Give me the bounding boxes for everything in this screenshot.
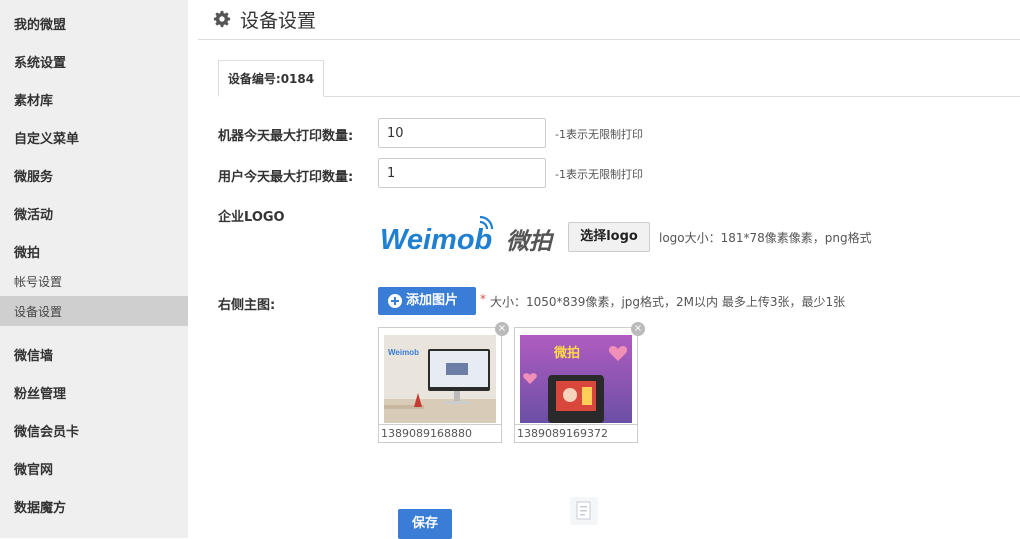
upload-hint: 大小：1050*839像素，jpg格式，2M以内 最多上传3张，最少1张 [490, 295, 846, 309]
machine-limit-input[interactable] [378, 118, 546, 148]
page-header: 设备设置 [198, 0, 1020, 40]
weimob-logo: Weimob 微拍 [380, 215, 555, 256]
sidebar-item-account-settings[interactable]: 帐号设置 [14, 273, 62, 290]
user-limit-hint: -1表示无限制打印 [555, 168, 643, 181]
thumbnail-brand-text: Weimob [388, 348, 419, 357]
main-image-label: 右侧主图: [218, 298, 276, 313]
machine-limit-hint: -1表示无限制打印 [555, 128, 643, 141]
add-image-button[interactable]: 添加图片 [378, 287, 476, 315]
gear-icon [213, 10, 231, 28]
main-content: 设备设置 设备编号:0184 机器今天最大打印数量: -1表示无限制打印 用户今… [188, 0, 1020, 539]
user-limit-input[interactable] [378, 158, 546, 188]
image-thumbnail[interactable]: 微拍 1389089169372 × [514, 322, 645, 443]
sidebar-item-material-library[interactable]: 素材库 [14, 90, 53, 109]
thumbnail-weipai-text: 微拍 [553, 345, 580, 361]
required-mark: * [480, 292, 486, 306]
remove-image-close-icon[interactable]: × [495, 322, 509, 336]
sidebar-item-micro-website[interactable]: 微官网 [14, 459, 53, 478]
logo-brand-text: Weimob [380, 224, 492, 256]
save-button[interactable]: 保存 [398, 509, 452, 539]
logo-size-hint: logo大小：181*78像素像素，png格式 [659, 231, 872, 245]
sidebar-item-weipai[interactable]: 微拍 [14, 242, 40, 261]
sidebar-item-my-weimob[interactable]: 我的微盟 [14, 14, 66, 33]
sidebar-item-system-settings[interactable]: 系统设置 [14, 52, 66, 71]
tabs-divider [218, 96, 1020, 97]
sidebar-item-member-card[interactable]: 微信会员卡 [14, 421, 79, 440]
sidebar-item-wechat-wall[interactable]: 微信墙 [14, 345, 53, 364]
remove-image-close-icon[interactable]: × [631, 322, 645, 336]
sidebar-item-data-cube[interactable]: 数据魔方 [14, 497, 66, 516]
sidebar-item-fans-management[interactable]: 粉丝管理 [14, 383, 66, 402]
printer-promo-image: 微拍 [520, 335, 632, 423]
logo-brand-cn: 微拍 [506, 229, 555, 255]
sidebar-item-micro-activity[interactable]: 微活动 [14, 204, 53, 223]
sidebar: 我的微盟 系统设置 素材库 自定义菜单 微服务 微活动 微拍 帐号设置 设备设置… [0, 0, 188, 538]
image-file-name: 1389089168880 [379, 424, 501, 442]
logo-label: 企业LOGO [218, 210, 285, 225]
sidebar-item-device-settings[interactable]: 设备设置 [14, 303, 62, 320]
image-file-name: 1389089169372 [515, 424, 637, 442]
choose-logo-button[interactable]: 选择logo [568, 222, 650, 252]
document-icon[interactable] [570, 497, 598, 525]
desk-monitor-image: Weimob [384, 335, 496, 423]
user-limit-label: 用户今天最大打印数量: [218, 170, 354, 185]
sidebar-item-micro-service[interactable]: 微服务 [14, 166, 53, 185]
plus-circle-icon [388, 294, 402, 308]
tab-device-number[interactable]: 设备编号:0184 [218, 60, 324, 97]
machine-limit-label: 机器今天最大打印数量: [218, 129, 354, 144]
add-image-label: 添加图片 [406, 293, 459, 308]
image-thumbnail[interactable]: Weimob 1389089168880 × [378, 322, 509, 443]
page-title: 设备设置 [240, 10, 317, 32]
sidebar-item-custom-menu[interactable]: 自定义菜单 [14, 128, 79, 147]
